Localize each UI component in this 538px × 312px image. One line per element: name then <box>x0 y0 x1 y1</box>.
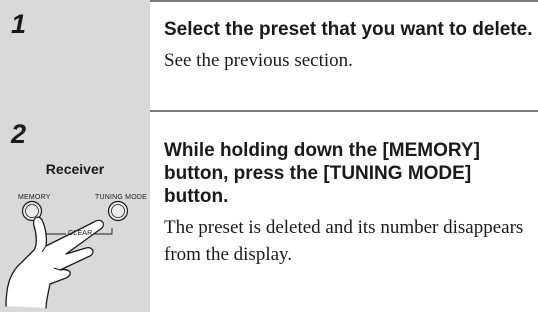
step-1: 1 Select the preset that you want to del… <box>0 0 538 110</box>
memory-button-label: MEMORY <box>18 194 51 201</box>
step-instruction: While holding down the [MEMORY] button, … <box>164 140 480 207</box>
step-note: The preset is deleted and its number dis… <box>164 217 524 265</box>
step-content: Select the preset that you want to delet… <box>164 18 536 74</box>
step-instruction: Select the preset that you want to delet… <box>164 19 533 40</box>
tuning-mode-button-label: TUNING MODE <box>95 194 147 201</box>
step-2: 2 Receiver MEMORY TUNING MODE CLEAR Whil… <box>0 110 538 312</box>
step-content: While holding down the [MEMORY] button, … <box>164 139 536 268</box>
step-number-panel: 1 <box>0 0 150 110</box>
hand-pressing-two-buttons-icon <box>5 200 129 309</box>
step-number: 1 <box>11 9 27 39</box>
clear-label: CLEAR <box>68 230 93 237</box>
step-number-panel: 2 Receiver MEMORY TUNING MODE CLEAR <box>0 110 150 312</box>
step-note: See the previous section. <box>164 50 353 71</box>
